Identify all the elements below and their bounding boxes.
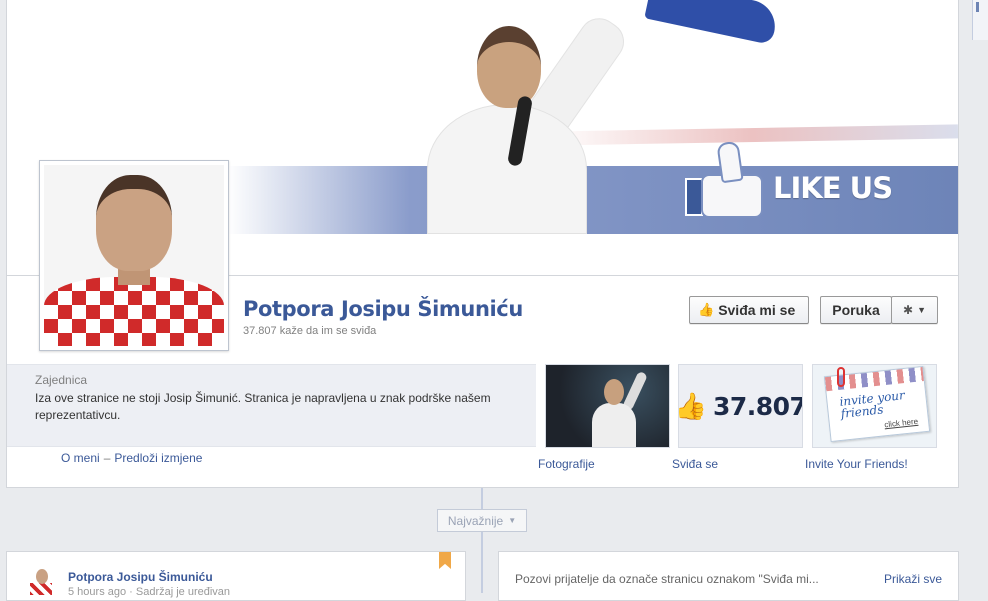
timeline-filter-dropdown[interactable]: Najvažnije ▼ [437,509,527,532]
page-title[interactable]: Potpora Josipu Šimuniću [243,297,523,321]
page-header-card: LIKE US Potpora Josipu Šimuniću 37.807 k… [6,0,959,488]
about-link[interactable]: O meni [61,451,100,465]
invite-friends-text: Pozovi prijatelje da označe stranicu ozn… [515,572,819,586]
message-button[interactable]: Poruka [820,296,892,324]
right-sidebar-edge [972,0,988,40]
show-all-link[interactable]: Prikaži sve [884,572,942,586]
likes-tile[interactable]: 👍 37.807 [678,364,803,448]
invite-friends-tile[interactable]: invite your friends click here [812,364,937,448]
thumbs-up-icon [685,140,767,220]
page-category: Zajednica [35,373,88,387]
invite-friends-card: Pozovi prijatelje da označe stranicu ozn… [498,551,959,601]
timeline-spine [481,488,483,593]
like-us-text: LIKE US [773,171,893,205]
message-button-label: Poruka [832,302,880,318]
link-separator: – [103,451,111,465]
gear-icon: ✱ [903,303,914,317]
settings-dropdown-button[interactable]: ✱ ▼ [891,296,938,324]
invite-card-click: click here [883,416,919,430]
about-links: O meni – Predloži izmjene [61,451,202,465]
chevron-down-icon: ▼ [917,305,926,315]
paperclip-icon [837,367,845,387]
post-author[interactable]: Potpora Josipu Šimuniću [68,570,213,584]
post-meta: 5 hours ago · Sadržaj je uređivan [68,586,231,598]
likes-tile-label[interactable]: Sviđa se [672,457,718,471]
chevron-down-icon: ▼ [508,516,517,525]
about-box: Zajednica Iza ove stranice ne stoji Josi… [7,364,536,447]
timeline-post: Potpora Josipu Šimuniću 5 hours ago · Sa… [6,551,466,601]
profile-picture[interactable] [39,160,229,351]
like-button-label: Sviđa mi se [718,302,796,318]
suggest-edits-link[interactable]: Predloži izmjene [114,451,202,465]
thumbs-up-icon: 👍 [679,393,707,419]
likes-count-line: 37.807 kaže da im se sviđa [243,325,377,337]
like-us-banner: LIKE US [685,140,893,220]
bookmark-icon[interactable] [439,552,451,569]
invite-card-text: invite your friends [838,388,906,421]
singer-figure [427,10,667,240]
likes-tile-count: 37.807 [712,391,803,421]
avatar[interactable] [27,567,55,595]
invite-tile-label[interactable]: Invite Your Friends! [805,457,908,471]
thumbs-up-icon: 👍 [698,302,715,317]
photos-tile[interactable] [545,364,670,448]
photos-tile-label[interactable]: Fotografije [538,457,595,471]
page-description: Iza ove stranice ne stoji Josip Šimunić.… [35,391,491,422]
like-button[interactable]: 👍 Sviđa mi se [689,296,809,324]
timeline-filter-label: Najvažnije [447,513,504,528]
